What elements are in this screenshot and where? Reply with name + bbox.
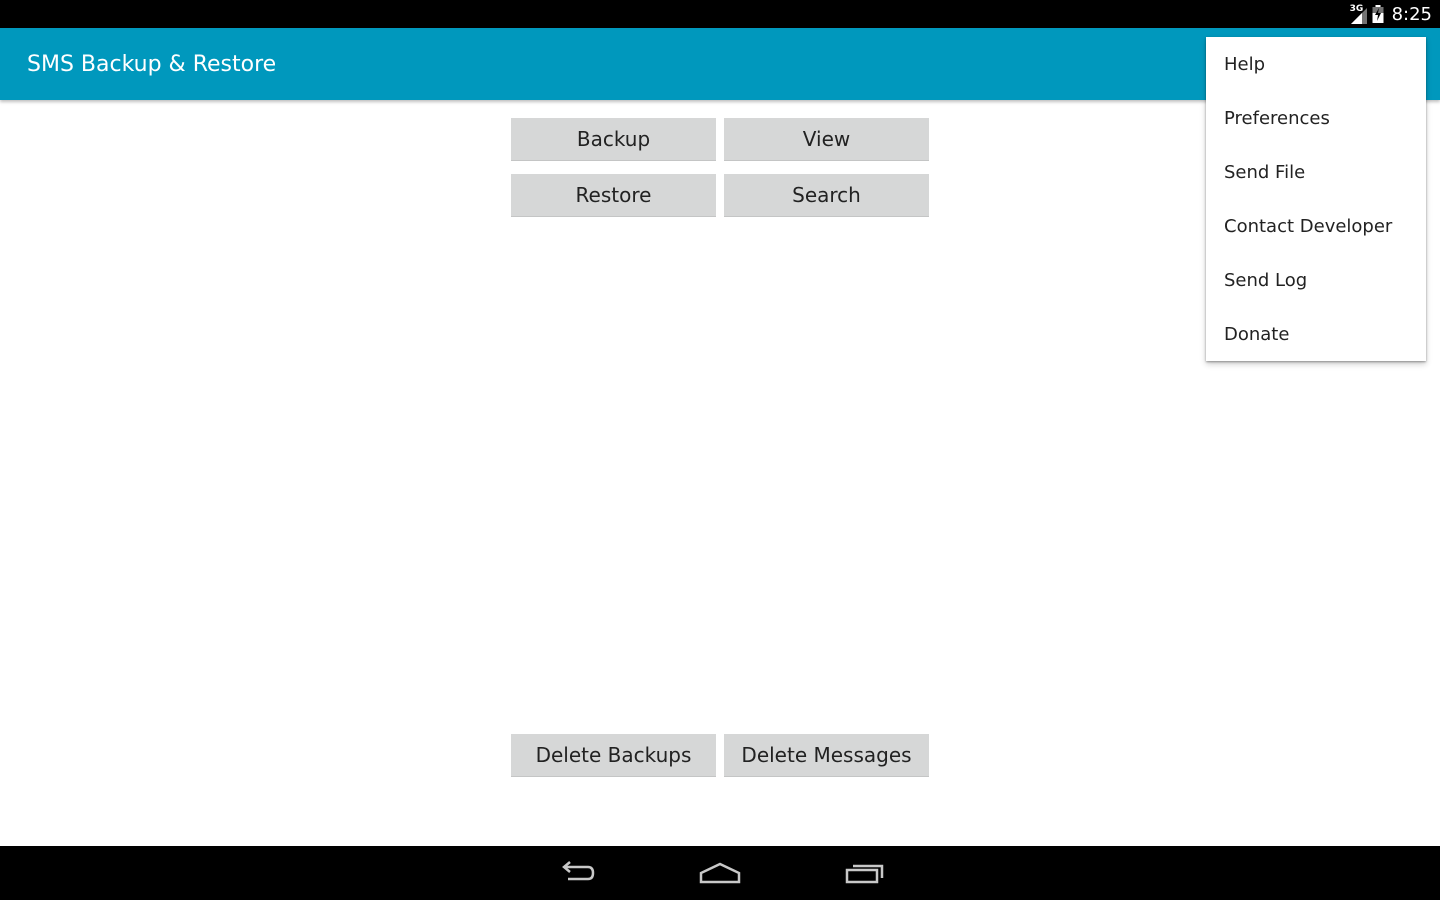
- menu-item-send-log[interactable]: Send Log: [1206, 253, 1426, 307]
- menu-item-donate[interactable]: Donate: [1206, 307, 1426, 361]
- menu-item-help[interactable]: Help: [1206, 37, 1426, 91]
- menu-item-preferences[interactable]: Preferences: [1206, 91, 1426, 145]
- app-title: SMS Backup & Restore: [27, 52, 277, 77]
- home-icon: [699, 862, 741, 884]
- recents-button[interactable]: [830, 846, 900, 900]
- network-type-label: 3G: [1349, 4, 1364, 14]
- delete-backups-button[interactable]: Delete Backups: [511, 734, 716, 777]
- back-button[interactable]: [541, 846, 611, 900]
- navigation-bar: [0, 846, 1440, 900]
- menu-item-contact-developer[interactable]: Contact Developer: [1206, 199, 1426, 253]
- menu-item-send-file[interactable]: Send File: [1206, 145, 1426, 199]
- overflow-menu: Help Preferences Send File Contact Devel…: [1206, 37, 1426, 361]
- view-button[interactable]: View: [724, 118, 929, 161]
- status-icons: 3G 8:25: [1350, 0, 1432, 28]
- battery-icon: [1372, 5, 1384, 23]
- delete-messages-button[interactable]: Delete Messages: [724, 734, 929, 777]
- recents-icon: [845, 864, 884, 884]
- signal-icon: 3G: [1350, 4, 1368, 24]
- restore-button[interactable]: Restore: [511, 174, 716, 217]
- search-button[interactable]: Search: [724, 174, 929, 217]
- home-button[interactable]: [685, 846, 755, 900]
- backup-button[interactable]: Backup: [511, 118, 716, 161]
- status-bar: 3G 8:25: [0, 0, 1440, 28]
- status-clock: 8:25: [1391, 3, 1432, 25]
- back-icon: [562, 861, 595, 881]
